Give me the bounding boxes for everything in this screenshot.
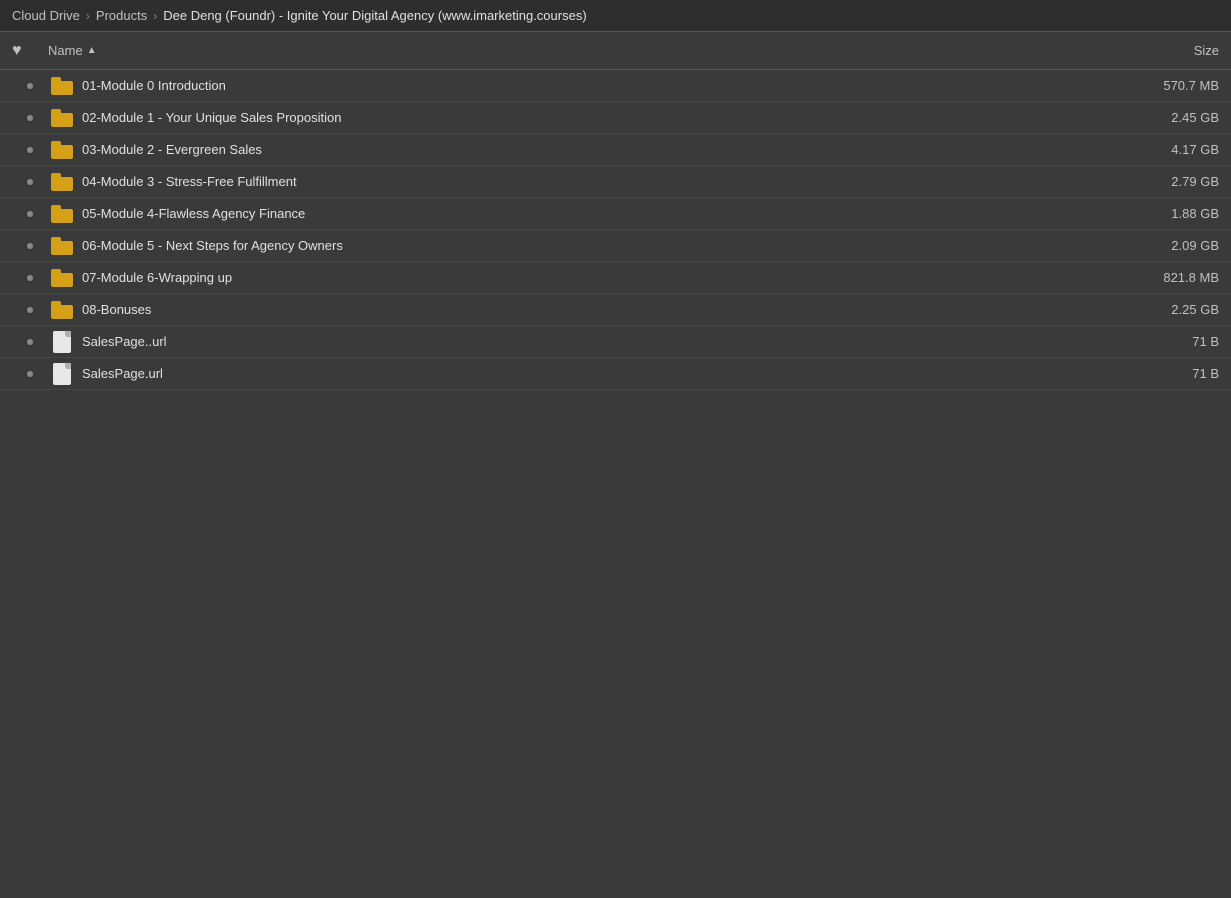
- file-name: 07-Module 6-Wrapping up: [76, 270, 1099, 285]
- table-row[interactable]: 02-Module 1 - Your Unique Sales Proposit…: [0, 102, 1231, 134]
- sort-arrow-icon: ▲: [87, 45, 97, 56]
- file-size: 2.25 GB: [1099, 302, 1219, 317]
- folder-icon: [48, 109, 76, 127]
- table-row[interactable]: 04-Module 3 - Stress-Free Fulfillment2.7…: [0, 166, 1231, 198]
- folder-icon: [48, 141, 76, 159]
- header-size[interactable]: Size: [1099, 43, 1219, 58]
- file-size: 2.09 GB: [1099, 238, 1219, 253]
- file-list: 01-Module 0 Introduction570.7 MB 02-Modul…: [0, 70, 1231, 390]
- breadcrumb-parent[interactable]: Products: [96, 8, 147, 23]
- file-size: 2.45 GB: [1099, 110, 1219, 125]
- folder-icon: [48, 301, 76, 319]
- favorite-indicator: [12, 83, 48, 89]
- table-row[interactable]: SalesPage.url71 B: [0, 358, 1231, 390]
- favorite-indicator: [12, 275, 48, 281]
- file-name: 04-Module 3 - Stress-Free Fulfillment: [76, 174, 1099, 189]
- file-name: 06-Module 5 - Next Steps for Agency Owne…: [76, 238, 1099, 253]
- breadcrumb-sep-1: ›: [86, 9, 90, 23]
- favorite-indicator: [12, 179, 48, 185]
- table-row[interactable]: 07-Module 6-Wrapping up821.8 MB: [0, 262, 1231, 294]
- file-size: 570.7 MB: [1099, 78, 1219, 93]
- file-name: SalesPage..url: [76, 334, 1099, 349]
- file-size: 4.17 GB: [1099, 142, 1219, 157]
- breadcrumb: Cloud Drive › Products › Dee Deng (Found…: [0, 0, 1231, 32]
- table-header: ♥ Name ▲ Size: [0, 32, 1231, 70]
- file-icon: [48, 363, 76, 385]
- table-row[interactable]: 08-Bonuses2.25 GB: [0, 294, 1231, 326]
- file-name: 03-Module 2 - Evergreen Sales: [76, 142, 1099, 157]
- favorite-indicator: [12, 307, 48, 313]
- header-favorite: ♥: [12, 42, 48, 60]
- favorite-indicator: [12, 211, 48, 217]
- folder-icon: [48, 237, 76, 255]
- favorite-indicator: [12, 147, 48, 153]
- file-name: 05-Module 4-Flawless Agency Finance: [76, 206, 1099, 221]
- favorite-indicator: [12, 115, 48, 121]
- table-row[interactable]: 05-Module 4-Flawless Agency Finance1.88 …: [0, 198, 1231, 230]
- favorite-indicator: [12, 243, 48, 249]
- file-size: 71 B: [1099, 334, 1219, 349]
- folder-icon: [48, 269, 76, 287]
- breadcrumb-sep-2: ›: [153, 9, 157, 23]
- file-size: 71 B: [1099, 366, 1219, 381]
- header-name[interactable]: Name ▲: [48, 43, 1099, 58]
- file-icon: [48, 331, 76, 353]
- folder-icon: [48, 173, 76, 191]
- breadcrumb-current: Dee Deng (Foundr) - Ignite Your Digital …: [163, 8, 586, 23]
- file-size: 821.8 MB: [1099, 270, 1219, 285]
- table-row[interactable]: 01-Module 0 Introduction570.7 MB: [0, 70, 1231, 102]
- favorite-indicator: [12, 371, 48, 377]
- file-name: 02-Module 1 - Your Unique Sales Proposit…: [76, 110, 1099, 125]
- breadcrumb-root[interactable]: Cloud Drive: [12, 8, 80, 23]
- table-row[interactable]: 03-Module 2 - Evergreen Sales4.17 GB: [0, 134, 1231, 166]
- table-row[interactable]: SalesPage..url71 B: [0, 326, 1231, 358]
- file-name: 08-Bonuses: [76, 302, 1099, 317]
- table-row[interactable]: 06-Module 5 - Next Steps for Agency Owne…: [0, 230, 1231, 262]
- file-name: 01-Module 0 Introduction: [76, 78, 1099, 93]
- folder-icon: [48, 205, 76, 223]
- file-name: SalesPage.url: [76, 366, 1099, 381]
- file-size: 1.88 GB: [1099, 206, 1219, 221]
- file-size: 2.79 GB: [1099, 174, 1219, 189]
- favorite-indicator: [12, 339, 48, 345]
- folder-icon: [48, 77, 76, 95]
